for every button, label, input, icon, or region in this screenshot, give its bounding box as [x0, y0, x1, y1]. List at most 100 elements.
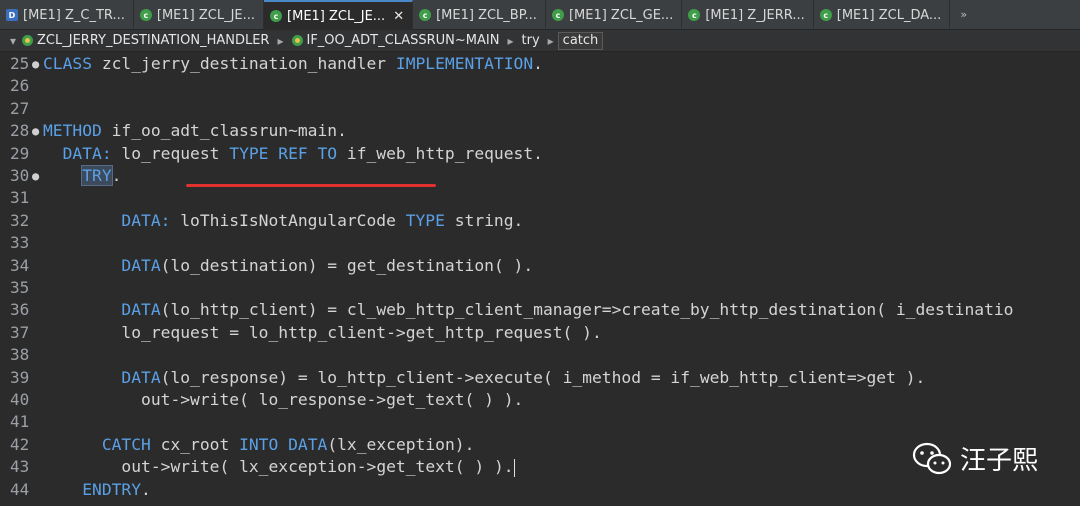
code-operator: (	[327, 434, 338, 454]
editor-tab[interactable]: c [ME1] ZCL_JE... ✕	[264, 0, 414, 30]
code-text: lo_request = lo_http_client->get_http_re…	[43, 322, 601, 344]
code-operator: =	[650, 367, 671, 387]
code-editor[interactable]: 25 ● CLASS zcl_jerry_destination_handler I…	[0, 53, 1080, 506]
code-operator: ->	[386, 322, 406, 342]
code-token: out	[43, 457, 151, 477]
editor-tab-bar: D [ME1] Z_C_TR... c [ME1] ZCL_JE... c [ME1] Z…	[0, 0, 1080, 30]
code-token: i_destinatio	[895, 300, 1014, 320]
tab-label: [ME1] Z_JERR...	[705, 7, 805, 23]
wechat-icon	[912, 442, 952, 474]
code-token: write	[190, 390, 240, 409]
code-keyword: DATA:	[62, 143, 112, 163]
editor-tab[interactable]: c [ME1] ZCL_BP...	[413, 0, 546, 30]
breadcrumb: ▾ ZCL_JERRY_DESTINATION_HANDLER ▸ IF_OO_…	[0, 30, 1080, 52]
tab-label: [ME1] ZCL_GE...	[568, 7, 674, 23]
breadcrumb-try[interactable]: try	[518, 33, 544, 48]
code-line: 41	[0, 411, 1080, 433]
editor-tab[interactable]: D [ME1] Z_C_TR...	[0, 0, 134, 30]
code-operator: (	[160, 300, 171, 320]
code-operator: ) =	[307, 300, 347, 320]
code-token: create_by_http_destination	[621, 300, 877, 320]
breadcrumb-catch[interactable]: catch	[557, 31, 604, 50]
class-icon: c	[139, 9, 152, 21]
code-token: get_http_request	[405, 322, 563, 342]
editor-tab[interactable]: c [ME1] Z_JERR...	[682, 0, 814, 30]
code-operator: ).	[454, 434, 475, 454]
line-number: 41	[10, 412, 30, 432]
breadcrumb-class[interactable]: ▾ ZCL_JERRY_DESTINATION_HANDLER	[4, 33, 273, 48]
code-line: 44 ENDTRY.	[0, 479, 1080, 501]
code-operator: =	[229, 322, 249, 342]
line-number: 39	[10, 367, 30, 387]
breadcrumb-separator-icon: ▸	[507, 33, 514, 48]
code-operator: .	[513, 210, 524, 230]
fold-marker-icon[interactable]: ●	[32, 53, 39, 75]
code-token: lo_http_client	[170, 300, 308, 320]
tab-overflow-button[interactable]: »	[950, 0, 977, 29]
code-keyword: CATCH	[101, 434, 151, 454]
code-keyword: ENDTRY	[82, 479, 142, 499]
code-operator: ) =	[278, 367, 318, 387]
code-operator: ->	[170, 390, 191, 409]
line-number: 32	[10, 210, 30, 230]
code-token: lo_response	[170, 367, 279, 387]
fold-marker-icon[interactable]: ●	[32, 120, 39, 142]
code-token: lo_http_client	[317, 367, 455, 387]
code-operator: (	[876, 300, 896, 320]
watermark: 汪子熙	[912, 440, 1038, 477]
class-icon: c	[551, 9, 564, 21]
text-cursor	[513, 458, 515, 477]
code-line: 26	[0, 75, 1080, 97]
code-token: lo_request	[43, 322, 230, 342]
code-keyword: TRY	[81, 165, 113, 186]
code-line: 36 DATA(lo_http_client) = cl_web_http_cl…	[0, 299, 1080, 321]
code-token: get	[866, 367, 906, 387]
code-token: execute	[474, 367, 543, 387]
editor-tab[interactable]: c [ME1] ZCL_GE...	[546, 0, 683, 30]
code-keyword: DATA	[121, 367, 161, 387]
code-operator: .	[533, 143, 543, 163]
code-token: zcl_jerry_destination_handler	[92, 54, 396, 73]
editor-tab[interactable]: c [ME1] ZCL_JE...	[134, 0, 265, 30]
line-number: 37	[10, 322, 30, 342]
code-token: write	[170, 457, 220, 477]
code-text: DATA(lo_http_client) = cl_web_http_clien…	[43, 299, 1013, 321]
breadcrumb-caret-icon: ▾	[10, 33, 17, 48]
code-token: lo_request	[111, 143, 230, 163]
code-token: lx_exception	[239, 457, 357, 477]
code-text: DATA: loThisIsNotAngularCode TYPE string…	[43, 210, 523, 232]
class-icon: c	[270, 10, 283, 22]
code-token: get_destination	[346, 255, 494, 275]
fold-marker-icon[interactable]: ●	[32, 165, 39, 187]
code-token: loThisIsNotAngularCode	[170, 210, 406, 230]
code-operator: ->	[150, 457, 171, 477]
close-icon[interactable]: ✕	[393, 9, 404, 24]
code-token: if_oo_adt_classrun~main	[101, 121, 338, 141]
breadcrumb-method[interactable]: IF_OO_ADT_CLASSRUN~MAIN	[288, 33, 504, 48]
code-keyword: METHOD	[43, 121, 102, 141]
code-operator: ( ) ).	[454, 457, 514, 477]
code-token: lo_response	[258, 390, 367, 409]
line-number: 44	[10, 479, 30, 499]
line-number: 38	[10, 345, 30, 365]
code-text: DATA(lo_response) = lo_http_client->exec…	[43, 367, 925, 389]
code-text: DATA(lo_destination) = get_destination( …	[43, 255, 533, 277]
breadcrumb-separator-icon: ▸	[277, 33, 284, 48]
class-icon: c	[688, 9, 701, 21]
code-keyword: CLASS	[43, 54, 93, 73]
code-operator: ).	[905, 367, 926, 387]
code-operator: =>	[601, 300, 622, 320]
code-operator: (	[160, 367, 171, 387]
code-line: 32 DATA: loThisIsNotAngularCode TYPE str…	[0, 210, 1080, 232]
editor-tab[interactable]: c [ME1] ZCL_DA...	[814, 0, 951, 30]
code-line: 25 ● CLASS zcl_jerry_destination_handler I…	[0, 53, 1080, 75]
line-number: 26	[10, 76, 30, 96]
code-token: string	[444, 210, 514, 230]
code-line: 31	[0, 187, 1080, 209]
